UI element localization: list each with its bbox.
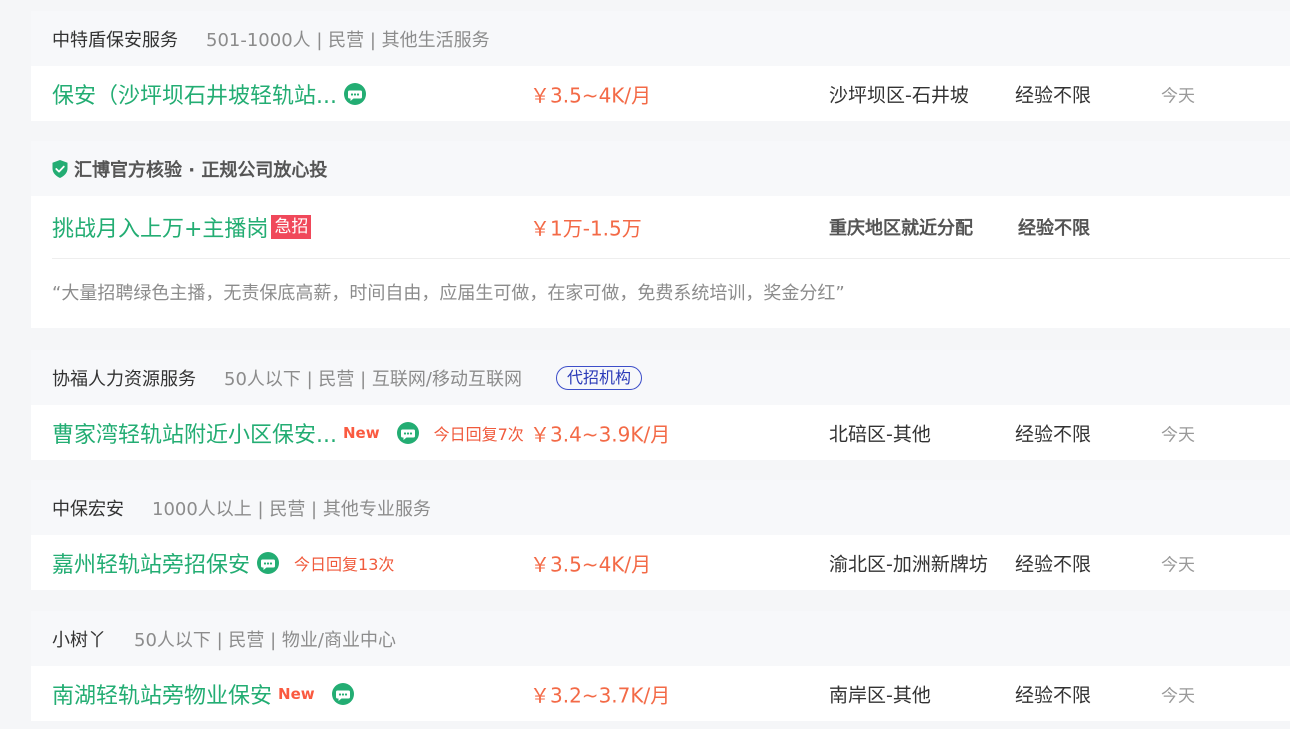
salary: ￥3.5~4K/月 [530, 552, 652, 576]
company-header[interactable]: 小树丫 50人以下 | 民营 | 物业/商业中心 [31, 611, 1290, 666]
experience-requirement: 经验不限 [1018, 217, 1090, 239]
divider [52, 258, 1290, 259]
job-title-group: 南湖轻轨站旁物业保安 New [52, 678, 355, 710]
job-card: 中特盾保安服务 501-1000人 | 民营 | 其他生活服务 保安（沙坪坝石井… [31, 11, 1290, 121]
experience-requirement: 经验不限 [1015, 684, 1092, 706]
work-area: 北碚区-其他 [829, 423, 931, 445]
post-date: 今天 [1161, 425, 1195, 445]
job-row[interactable]: 曹家湾轻轨站附近小区保安... New 今日回复7次 ￥3.4~3.9K/月 北… [31, 405, 1290, 460]
job-row[interactable]: 挑战月入上万+主播岗 急招 ￥1万-1.5万 重庆地区就近分配 经验不限 [31, 196, 1290, 257]
work-area: 沙坪坝区-石井坡 [829, 84, 969, 106]
work-area: 重庆地区就近分配 [829, 217, 973, 239]
job-title-link[interactable]: 嘉州轻轨站旁招保安 [52, 547, 250, 579]
job-title-group: 曹家湾轻轨站附近小区保安... New 今日回复7次 [52, 417, 524, 449]
company-name[interactable]: 协福人力资源服务 [52, 365, 196, 391]
company-header[interactable]: 协福人力资源服务 50人以下 | 民营 | 互联网/移动互联网 代招机构 [31, 350, 1290, 405]
post-date: 今天 [1161, 686, 1195, 706]
experience-requirement: 经验不限 [1015, 553, 1092, 575]
job-title-group: 嘉州轻轨站旁招保安 今日回复13次 [52, 547, 394, 579]
work-area: 南岸区-其他 [829, 684, 931, 706]
company-meta: 50人以下 | 民营 | 互联网/移动互联网 [224, 368, 522, 390]
chat-bubble-icon[interactable] [256, 551, 280, 575]
job-card: 小树丫 50人以下 | 民营 | 物业/商业中心 南湖轻轨站旁物业保安 New … [31, 611, 1290, 721]
job-description: “大量招聘绿色主播，无责保底高薪，时间自由，应届生可做，在家可做，免费系统培训，… [52, 283, 845, 304]
new-badge: New [278, 684, 315, 703]
salary: ￥3.5~4K/月 [530, 83, 652, 107]
experience-requirement: 经验不限 [1015, 423, 1092, 445]
salary: ￥1万-1.5万 [530, 216, 642, 240]
company-meta: 1000人以上 | 民营 | 其他专业服务 [152, 498, 431, 520]
agency-tag: 代招机构 [555, 365, 642, 390]
post-date: 今天 [1161, 86, 1195, 106]
company-name[interactable]: 小树丫 [52, 626, 106, 652]
job-row[interactable]: 保安（沙坪坝石井坡轻轨站... ￥3.5~4K/月 沙坪坝区-石井坡 经验不限 … [31, 66, 1290, 121]
verified-badge: 汇博官方核验 · 正规公司放心投 [52, 156, 327, 182]
job-title-group: 挑战月入上万+主播岗 急招 [52, 211, 312, 243]
company-header[interactable]: 中特盾保安服务 501-1000人 | 民营 | 其他生活服务 [31, 11, 1290, 66]
company-header[interactable]: 中保宏安 1000人以上 | 民营 | 其他专业服务 [31, 480, 1290, 535]
job-title-link[interactable]: 保安（沙坪坝石井坡轻轨站... [52, 78, 337, 110]
job-card: 汇博官方核验 · 正规公司放心投 挑战月入上万+主播岗 急招 ￥1万-1.5万 … [31, 141, 1290, 328]
job-card: 中保宏安 1000人以上 | 民营 | 其他专业服务 嘉州轻轨站旁招保安 今日回… [31, 480, 1290, 590]
post-date: 今天 [1161, 555, 1195, 575]
job-row[interactable]: 南湖轻轨站旁物业保安 New ￥3.2~3.7K/月 南岸区-其他 经验不限 今… [31, 666, 1290, 721]
job-title-link[interactable]: 挑战月入上万+主播岗 [52, 211, 268, 243]
job-card: 协福人力资源服务 50人以下 | 民营 | 互联网/移动互联网 代招机构 曹家湾… [31, 350, 1290, 460]
salary: ￥3.4~3.9K/月 [530, 422, 671, 446]
company-meta: 501-1000人 | 民营 | 其他生活服务 [206, 29, 490, 51]
verified-header: 汇博官方核验 · 正规公司放心投 [31, 141, 1290, 196]
job-title-link[interactable]: 曹家湾轻轨站附近小区保安... [52, 417, 337, 449]
reply-count: 今日回复7次 [433, 424, 524, 444]
job-title-link[interactable]: 南湖轻轨站旁物业保安 [52, 678, 272, 710]
chat-bubble-icon[interactable] [396, 421, 420, 445]
company-meta: 50人以下 | 民营 | 物业/商业中心 [134, 629, 396, 651]
chat-bubble-icon[interactable] [343, 82, 367, 106]
chat-bubble-icon[interactable] [331, 682, 355, 706]
company-name[interactable]: 中特盾保安服务 [52, 26, 178, 52]
salary: ￥3.2~3.7K/月 [530, 683, 671, 707]
job-row[interactable]: 嘉州轻轨站旁招保安 今日回复13次 ￥3.5~4K/月 渝北区-加洲新牌坊 经验… [31, 535, 1290, 590]
reply-count: 今日回复13次 [294, 554, 395, 574]
company-name[interactable]: 中保宏安 [52, 495, 124, 521]
shield-check-icon [52, 159, 68, 178]
work-area: 渝北区-加洲新牌坊 [829, 553, 988, 575]
urgent-badge: 急招 [271, 214, 312, 239]
verified-text: 汇博官方核验 · 正规公司放心投 [74, 159, 328, 181]
experience-requirement: 经验不限 [1015, 84, 1092, 106]
job-title-group: 保安（沙坪坝石井坡轻轨站... [52, 78, 367, 110]
new-badge: New [342, 423, 380, 442]
